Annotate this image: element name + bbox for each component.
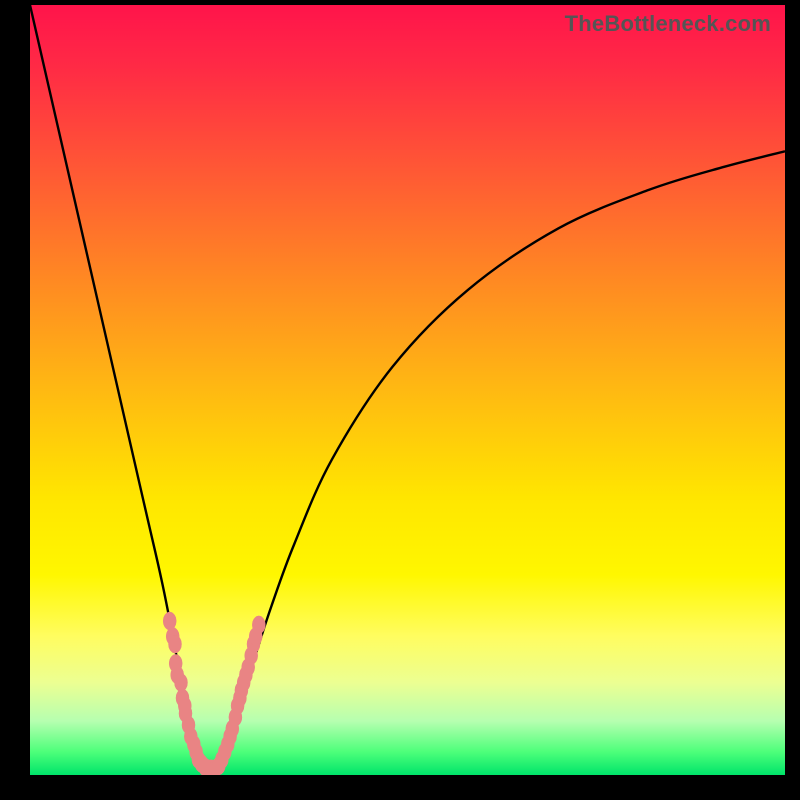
markers-group (163, 612, 265, 775)
marker-dot (252, 616, 265, 634)
marker-dot (169, 635, 182, 653)
curve-line (30, 5, 785, 775)
watermark-label: TheBottleneck.com (565, 11, 771, 37)
chart-svg (30, 5, 785, 775)
marker-dot (175, 674, 188, 692)
plot-frame: TheBottleneck.com (30, 5, 785, 775)
marker-dot (163, 612, 176, 630)
